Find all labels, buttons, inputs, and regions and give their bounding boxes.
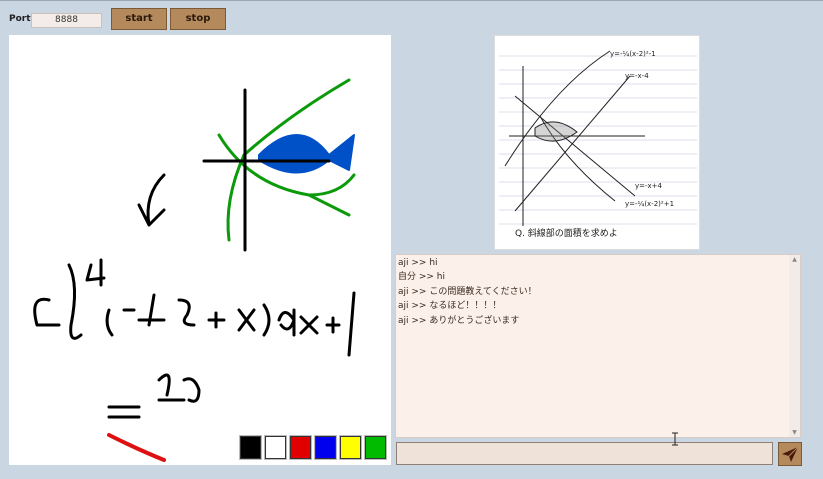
curve-label: y=-x+4 <box>635 182 663 190</box>
port-label: Port <box>9 14 31 24</box>
color-swatch-white[interactable] <box>264 435 287 460</box>
red-underline-stroke <box>107 433 166 462</box>
chat-message: 自分 >> hi <box>398 272 446 283</box>
line-graph <box>514 75 631 212</box>
curve-label: y=-x-4 <box>625 72 649 80</box>
paper-plane-icon <box>782 446 799 462</box>
drawing-canvas[interactable] <box>9 35 391 465</box>
curve-label: y=-¼(x-2)²-1 <box>610 50 656 58</box>
color-swatch-yellow[interactable] <box>339 435 362 460</box>
question-text: Q. 斜線部の面積を求めよ <box>515 227 618 239</box>
problem-image: y=-¼(x-2)²-1 y=-x-4 y=-x+4 y=-¼(x-2)²+1 … <box>494 35 700 250</box>
green-curve-stroke <box>307 173 356 197</box>
color-swatch-blue[interactable] <box>314 435 337 460</box>
parabola-graph <box>504 50 611 167</box>
result-stroke <box>107 373 201 419</box>
problem-graph: y=-¼(x-2)²-1 y=-x-4 y=-x+4 y=-¼(x-2)²+1 … <box>499 50 697 239</box>
scroll-down-arrow-icon[interactable]: ▼ <box>791 429 798 436</box>
canvas-drawing <box>33 78 356 462</box>
stop-button[interactable]: stop <box>170 8 226 30</box>
formula-stroke <box>33 258 106 340</box>
text-cursor-icon <box>672 432 678 446</box>
color-swatch-green[interactable] <box>364 435 387 460</box>
chat-message: aji >> この問題教えてください！ <box>398 286 537 297</box>
color-swatch-red[interactable] <box>289 435 312 460</box>
chat-message: aji >> hi <box>398 258 438 268</box>
start-button[interactable]: start <box>111 8 167 30</box>
chat-input[interactable] <box>396 442 773 465</box>
green-curve-stroke <box>226 153 246 242</box>
port-input[interactable]: 8888 <box>31 13 102 28</box>
blue-region-stroke <box>258 134 355 174</box>
formula-stroke <box>177 298 256 332</box>
formula-stroke <box>262 291 356 357</box>
chat-message: aji >> なるほど！！！！ <box>398 301 502 312</box>
curve-label: y=-¼(x-2)²+1 <box>625 200 674 208</box>
shaded-region <box>534 121 578 142</box>
arrow-stroke <box>137 173 166 227</box>
formula-stroke <box>105 293 166 337</box>
chat-message: aji >> ありがとうございます <box>398 315 520 326</box>
line-graph <box>514 95 636 197</box>
scroll-up-arrow-icon[interactable]: ▲ <box>791 256 798 263</box>
send-button[interactable] <box>778 442 802 466</box>
chat-scrollbar[interactable]: ▲ ▼ <box>789 255 800 437</box>
chat-log[interactable]: aji >> hi 自分 >> hi aji >> この問題教えてください！ a… <box>395 254 801 438</box>
color-swatch-black[interactable] <box>239 435 262 460</box>
